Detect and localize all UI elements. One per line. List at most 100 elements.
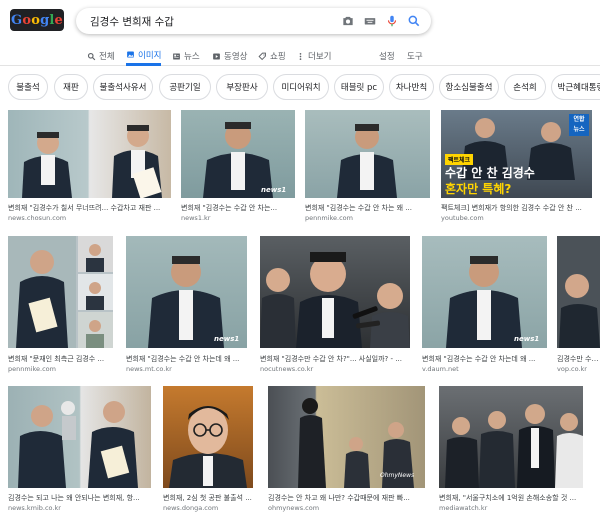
chip[interactable]: 미디어워치 — [273, 74, 329, 100]
news1-watermark: news1 — [261, 186, 287, 194]
result-title[interactable]: 팩트체크] 변희재가 항의한 김경수 수갑 안 찬 ... — [441, 203, 592, 213]
tools-link[interactable]: 도구 — [407, 46, 423, 66]
result-thumbnail[interactable] — [439, 386, 583, 488]
result-source: ohmynews.com — [268, 504, 320, 512]
keyboard-icon[interactable] — [363, 14, 377, 28]
chip[interactable]: 항소심불출석 — [439, 74, 499, 100]
news-icon — [173, 53, 180, 59]
result-thumbnail[interactable]: news1 — [422, 236, 547, 348]
image-result[interactable]: 변희재 "김경수는 수갑 안 차는 왜 ... pennmike.com — [305, 110, 430, 222]
search-icon — [87, 52, 96, 60]
result-source: pennmike.com — [8, 365, 56, 373]
result-title[interactable]: 변희재 "문재인 최측근 김경수 ... — [8, 354, 113, 364]
result-title[interactable]: 김경수는 안 차고 왜 나만? 수갑때문에 재판 빠... — [268, 493, 425, 503]
yonhap-logo: 연합 뉴스 — [569, 114, 589, 136]
chip[interactable]: 손석희 — [504, 74, 546, 100]
result-thumbnail[interactable] — [8, 110, 171, 198]
search-icon[interactable] — [407, 14, 421, 28]
image-result[interactable]: 변희재 "문재인 최측근 김경수 ... pennmike.com — [8, 236, 113, 374]
result-source: news.kmib.co.kr — [8, 504, 61, 512]
image-result[interactable]: 변희재, "서울구치소에 1억원 손해소송할 것 ... mediawatch.… — [439, 386, 583, 514]
camera-icon[interactable] — [341, 14, 355, 28]
result-thumbnail[interactable]: OhmyNews — [268, 386, 425, 488]
search-input[interactable]: 김경수 변희재 수갑 — [90, 14, 174, 29]
logo-text: Google — [11, 12, 63, 28]
search-tabs: 전체 이미지 뉴스 동영상 쇼핑 더보기 설정 도구 — [0, 42, 600, 66]
image-result[interactable]: 변희재 "김경수만 수갑 안 차?"... 사실일까? - ... nocutn… — [260, 236, 410, 374]
factcheck-headline-1: 수갑 안 찬 김경수 — [445, 166, 535, 180]
search-box[interactable]: 김경수 변희재 수갑 — [76, 8, 431, 34]
chip[interactable]: 불출석 — [8, 74, 48, 100]
more-icon — [299, 52, 302, 60]
image-result[interactable]: 팩트체크 수갑 안 찬 김경수 혼자만 특혜? 연합 뉴스 팩트체크] 변희재가… — [441, 110, 592, 222]
microphone-icon[interactable] — [385, 14, 399, 28]
chip[interactable]: 재판 — [54, 74, 88, 100]
video-icon — [213, 53, 220, 59]
result-title[interactable]: 변희재 "김경수가 칠서 무너뜨려... 수갑차고 재판 ... — [8, 203, 171, 213]
chip[interactable]: 박근혜대통령 — [551, 74, 600, 100]
tab-label: 이미지 — [138, 50, 162, 61]
chip[interactable]: 불출석사유서 — [93, 74, 153, 100]
result-source: youtube.com — [441, 214, 484, 222]
result-source: v.daum.net — [422, 365, 459, 373]
result-source: nocutnews.co.kr — [260, 365, 314, 373]
result-source: news.donga.com — [163, 504, 219, 512]
result-thumbnail[interactable]: news1 — [181, 110, 295, 198]
result-title[interactable]: 변희재 "김경수는 수갑 안 차는... — [181, 203, 295, 213]
image-result[interactable]: 변희재 "김경수가 칠서 무너뜨려... 수갑차고 재판 ... news.ch… — [8, 110, 171, 222]
result-source: news.mt.co.kr — [126, 365, 172, 373]
result-title[interactable]: 김경수는 되고 나는 왜 안되나는 변희재, 항... — [8, 493, 151, 503]
photo-collage — [8, 236, 113, 348]
chip[interactable]: 차나반칙 — [389, 74, 434, 100]
related-search-chips: 불출석 재판 불출석사유서 공판기일 부장판사 미디어워치 태블릿 pc 차나반… — [0, 72, 600, 102]
result-title[interactable]: 변희재 "김경수는 수갑 안 차는 왜 ... — [305, 203, 430, 213]
result-title[interactable]: 변희재 "김경수는 수갑 안 차는데 왜 ... — [126, 354, 247, 364]
tab-label: 동영상 — [224, 52, 248, 62]
result-thumbnail[interactable]: news1 — [126, 236, 247, 348]
chip[interactable]: 부장판사 — [216, 74, 268, 100]
tab-label: 뉴스 — [184, 52, 200, 62]
image-result[interactable]: 김경수만 수갑 ... vop.co.kr — [557, 236, 600, 374]
result-thumbnail[interactable] — [163, 386, 253, 488]
result-title[interactable]: 변희재 "김경수만 수갑 안 차?"... 사실일까? - ... — [260, 354, 410, 364]
news1-watermark: news1 — [514, 335, 540, 343]
result-thumbnail[interactable] — [260, 236, 410, 348]
photo-man-in-suit — [446, 256, 522, 348]
image-result[interactable]: 변희재, 2심 첫 공판 불출석 ... news.donga.com — [163, 386, 253, 514]
photo-crowd — [559, 274, 600, 348]
image-result[interactable]: news1 변희재 "김경수는 수갑 안 차는... news1.kr — [181, 110, 295, 222]
image-result[interactable]: 김경수는 되고 나는 왜 안되나는 변희재, 항... news.kmib.co… — [8, 386, 151, 514]
tab-news[interactable]: 뉴스 — [172, 46, 200, 66]
photo-man-in-suit — [337, 124, 397, 198]
settings-link[interactable]: 설정 — [379, 46, 395, 66]
photo-man-with-microphones — [260, 252, 410, 348]
tab-shopping[interactable]: 쇼핑 — [258, 46, 286, 66]
result-thumbnail[interactable] — [305, 110, 430, 198]
result-thumbnail[interactable] — [557, 236, 600, 348]
chip[interactable]: 공판기일 — [159, 74, 211, 100]
image-result[interactable]: OhmyNews 김경수는 안 차고 왜 나만? 수갑때문에 재판 빠... o… — [268, 386, 425, 514]
image-result[interactable]: news1 변희재 "김경수는 수갑 안 차는데 왜 ... news.mt.c… — [126, 236, 247, 374]
result-thumbnail[interactable]: 팩트체크 수갑 안 찬 김경수 혼자만 특혜? 연합 뉴스 — [441, 110, 592, 198]
google-logo[interactable]: Google — [10, 9, 64, 31]
result-source: vop.co.kr — [557, 365, 587, 373]
tab-label: 쇼핑 — [270, 52, 286, 62]
photo-man-in-suit — [203, 122, 273, 198]
result-title[interactable]: 변희재, "서울구치소에 1억원 손해소송할 것 ... — [439, 493, 583, 503]
tab-videos[interactable]: 동영상 — [212, 46, 247, 66]
image-result[interactable]: news1 변희재 "김경수는 수갑 안 차는데 왜 ... v.daum.ne… — [422, 236, 547, 374]
result-title[interactable]: 김경수만 수갑 ... — [557, 354, 600, 364]
result-title[interactable]: 변희재 "김경수는 수갑 안 차는데 왜 ... — [422, 354, 547, 364]
result-thumbnail[interactable] — [8, 236, 113, 348]
tab-images[interactable]: 이미지 — [126, 46, 162, 66]
result-thumbnail[interactable] — [8, 386, 151, 488]
result-source: news1.kr — [181, 214, 211, 222]
result-title[interactable]: 변희재, 2심 첫 공판 불출석 ... — [163, 493, 253, 503]
tab-label: 전체 — [99, 52, 115, 62]
yonhap-logo-line: 연합 — [573, 116, 585, 123]
result-source: mediawatch.kr — [439, 504, 488, 512]
tab-more[interactable]: 더보기 — [296, 46, 331, 66]
chip[interactable]: 태블릿 pc — [334, 74, 384, 100]
tab-all[interactable]: 전체 — [87, 46, 115, 66]
photo-two-men-in-suits — [22, 125, 162, 198]
